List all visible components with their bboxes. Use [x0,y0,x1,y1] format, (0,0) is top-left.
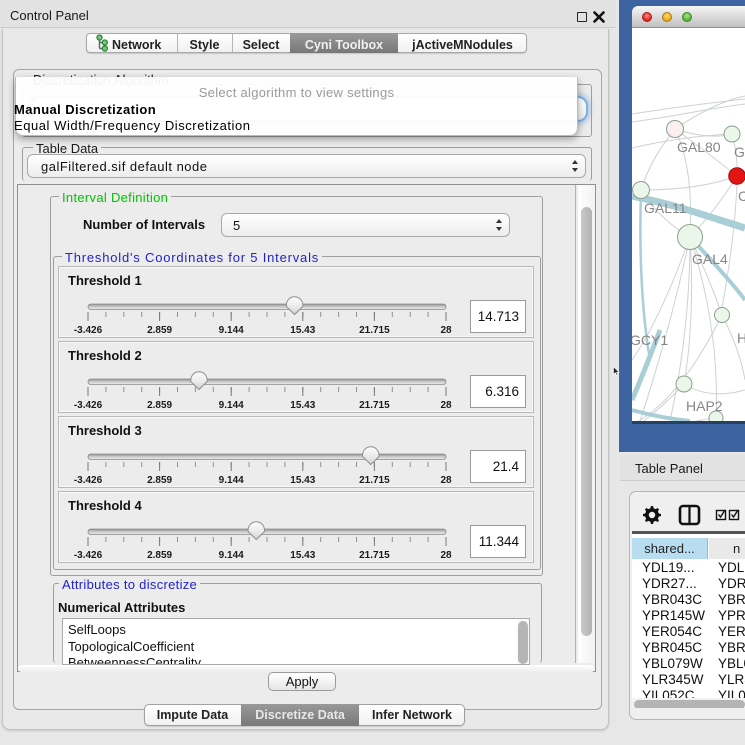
svg-text:21.715: 21.715 [359,325,390,336]
svg-text:HAP2: HAP2 [686,398,723,414]
svg-text:28: 28 [440,325,452,336]
svg-text:2.859: 2.859 [147,400,172,411]
svg-text:C: C [738,188,745,204]
svg-text:GA: GA [734,144,745,160]
svg-text:GAL11: GAL11 [644,200,687,216]
svg-text:15.43: 15.43 [290,325,315,336]
svg-text:15.43: 15.43 [290,550,315,561]
svg-text:15.43: 15.43 [290,475,315,486]
svg-text:21.715: 21.715 [359,550,390,561]
svg-text:21.715: 21.715 [359,400,390,411]
svg-text:9.144: 9.144 [219,325,244,336]
svg-text:2.859: 2.859 [147,325,172,336]
svg-text:-3.426: -3.426 [74,325,103,336]
svg-text:GAL4: GAL4 [692,251,728,267]
svg-text:-3.426: -3.426 [74,550,103,561]
svg-text:28: 28 [440,475,452,486]
svg-text:28: 28 [440,400,452,411]
svg-text:21.715: 21.715 [359,475,390,486]
svg-text:-3.426: -3.426 [74,475,103,486]
svg-text:15.43: 15.43 [290,400,315,411]
svg-text:28: 28 [440,550,452,561]
svg-text:9.144: 9.144 [219,400,244,411]
svg-text:2.859: 2.859 [147,475,172,486]
svg-text:GCY1: GCY1 [632,332,668,348]
svg-text:2.859: 2.859 [147,550,172,561]
svg-text:GAL80: GAL80 [677,139,721,155]
svg-text:9.144: 9.144 [219,475,244,486]
svg-text:H: H [737,330,745,346]
svg-text:9.144: 9.144 [219,550,244,561]
svg-text:-3.426: -3.426 [74,400,103,411]
